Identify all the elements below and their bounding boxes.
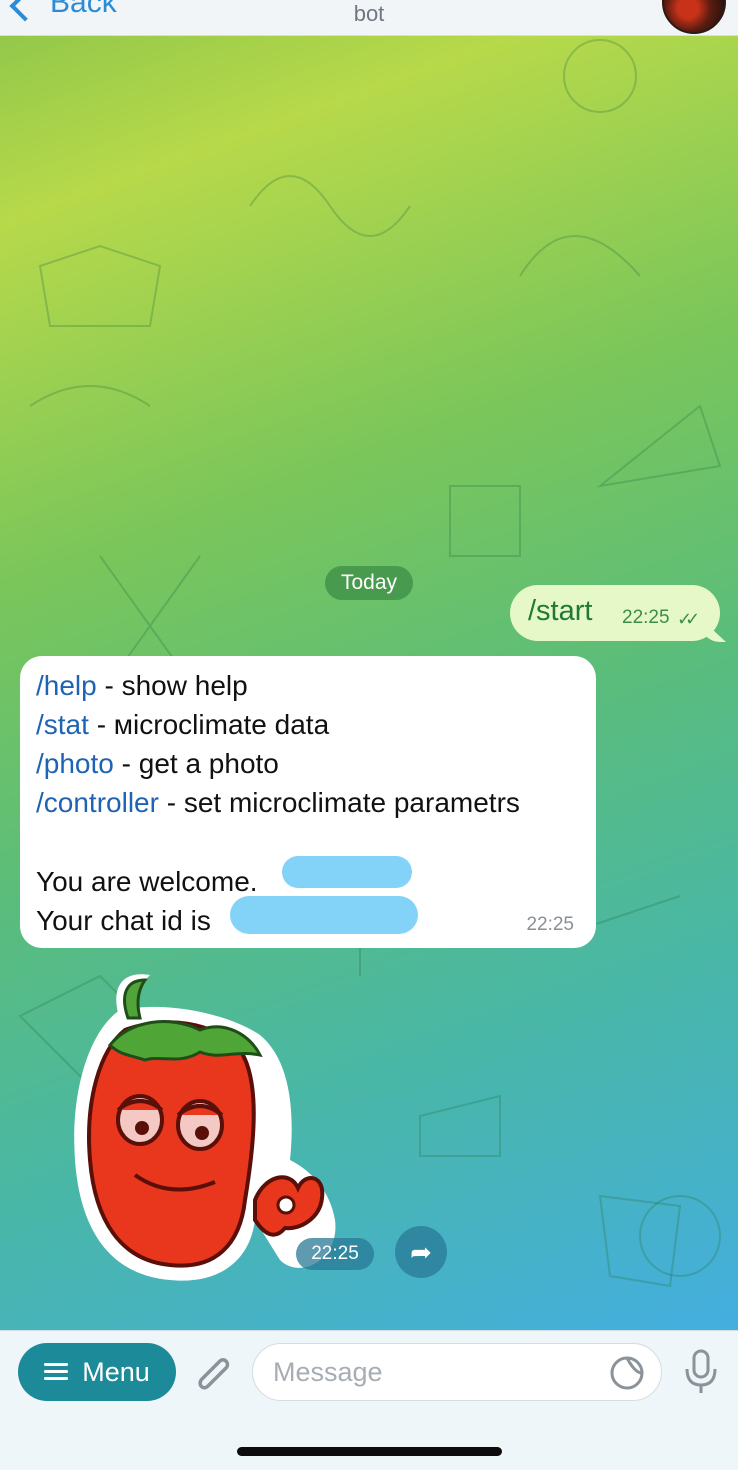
welcome-text: You are welcome. — [36, 866, 258, 897]
message-time: 22:25 — [622, 607, 670, 628]
paperclip-icon[interactable] — [190, 1349, 234, 1397]
redaction-mark — [282, 856, 412, 888]
command-link-controller[interactable]: /controller — [36, 787, 159, 818]
sticker-icon[interactable] — [609, 1355, 645, 1391]
date-separator: Today — [325, 566, 413, 600]
command-line-help: /help - show help — [36, 670, 248, 702]
command-line-controller: /controller - set microclimate parametrs — [36, 787, 520, 819]
sticker-time: 22:25 — [296, 1238, 374, 1270]
forward-button[interactable]: ➦ — [395, 1226, 447, 1278]
menu-label: Menu — [82, 1356, 150, 1387]
redaction-mark — [230, 896, 418, 934]
command-desc: - мicroclimate data — [88, 709, 330, 740]
incoming-message[interactable]: /help - show help /stat - мicroclimate d… — [20, 656, 596, 948]
command-link-stat[interactable]: /stat — [36, 709, 89, 740]
command-link-photo[interactable]: /photo — [36, 748, 114, 779]
microphone-icon[interactable] — [683, 1347, 719, 1397]
chat-id-text: Your chat id is — [36, 905, 211, 936]
message-text: /start — [528, 595, 593, 627]
command-line-photo: /photo - get a photo — [36, 748, 279, 780]
outgoing-message[interactable]: /start 22:25 ✓✓ — [510, 585, 720, 641]
command-desc: - set microclimate parametrs — [158, 787, 520, 818]
message-input[interactable] — [273, 1344, 603, 1400]
command-desc: - show help — [96, 670, 248, 701]
menu-button[interactable]: Menu — [18, 1343, 176, 1401]
command-link-help[interactable]: /help — [36, 670, 97, 701]
double-check-icon: ✓✓ — [677, 609, 700, 629]
command-line-stat: /stat - мicroclimate data — [36, 709, 329, 741]
message-time: 22:25 — [526, 914, 574, 935]
message-field[interactable] — [252, 1343, 662, 1401]
share-arrow-icon: ➦ — [410, 1236, 432, 1267]
home-indicator — [237, 1447, 502, 1456]
chat-title[interactable]: bot — [0, 0, 738, 28]
chat-header: Back bot — [0, 0, 738, 36]
hamburger-icon — [44, 1363, 69, 1381]
avatar[interactable] — [662, 0, 726, 34]
input-bar: Menu — [0, 1330, 738, 1470]
command-desc: - get a photo — [113, 748, 279, 779]
